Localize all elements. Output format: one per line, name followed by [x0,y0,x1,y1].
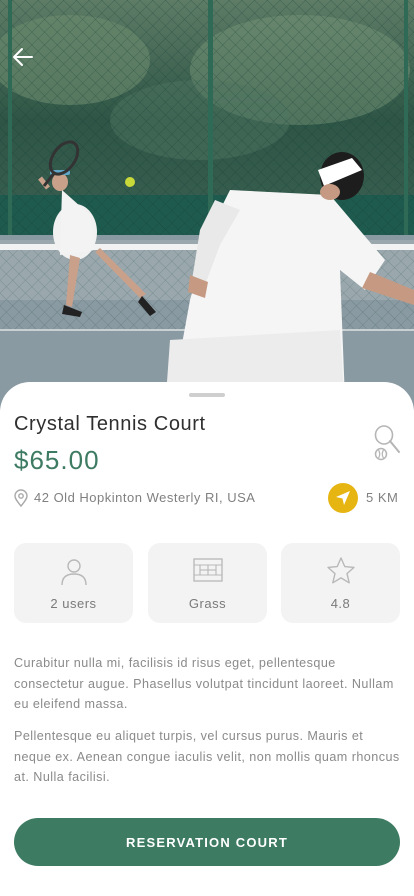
tennis-players-photo [0,0,414,410]
stat-card-rating: 4.8 [281,543,400,623]
map-pin-icon [14,489,28,507]
favorite-button[interactable] [372,424,402,462]
star-icon [326,557,355,584]
court-distance: 5 KM [366,490,399,505]
sheet-handle[interactable] [189,393,225,397]
navigate-button[interactable] [328,483,358,513]
back-button[interactable] [10,44,36,70]
racket-icon [374,425,400,461]
court-icon [192,558,223,582]
stat-label: 4.8 [330,596,351,611]
stat-card-surface: Grass [148,543,267,623]
stat-label: Grass [188,596,227,611]
court-name: Crystal Tennis Court [14,413,206,435]
user-icon [60,559,87,586]
court-details-sheet: Crystal Tennis Court $65.00 42 Old Hopki… [0,382,414,896]
navigation-arrow-icon [336,491,350,505]
court-price: $65.00 [14,445,100,475]
court-address: 42 Old Hopkinton Westerly RI, USA [34,490,256,505]
arrow-left-icon [13,48,33,66]
description-paragraph: Pellentesque eu aliquet turpis, vel curs… [14,729,400,784]
stat-card-users: 2 users [14,543,133,623]
reservation-button[interactable]: RESERVATION COURT [14,818,400,866]
hero-image [0,0,414,410]
description-paragraph: Curabitur nulla mi, facilisis id risus e… [14,656,394,711]
stat-label: 2 users [50,596,97,611]
